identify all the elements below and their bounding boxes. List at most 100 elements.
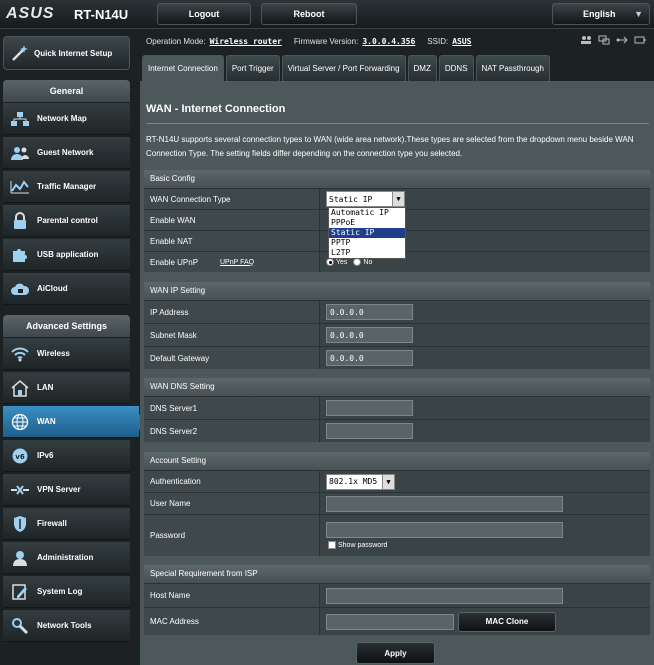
enable-upnp-label: Enable UPnP bbox=[150, 257, 199, 267]
username-label: User Name bbox=[144, 493, 320, 514]
mask-input[interactable]: 0.0.0.0 bbox=[326, 327, 413, 343]
tab-port-trigger[interactable]: Port Trigger bbox=[225, 55, 280, 81]
language-select[interactable]: English ▼ bbox=[552, 3, 650, 25]
gateway-input[interactable]: 0.0.0.0 bbox=[326, 350, 413, 366]
sidebar-item-wireless[interactable]: Wireless bbox=[3, 338, 130, 370]
radio-dot-icon bbox=[353, 258, 362, 266]
battery-icon[interactable] bbox=[634, 35, 646, 45]
upnp-no-radio[interactable]: No bbox=[353, 258, 372, 266]
sidebar-item-network-map[interactable]: Network Map bbox=[3, 103, 130, 135]
dns2-input[interactable] bbox=[326, 423, 413, 439]
tools-icon bbox=[9, 616, 31, 636]
isp-title: Special Requirement from ISP bbox=[144, 565, 650, 583]
account-panel: Account Setting Authentication 802.1x MD… bbox=[144, 452, 650, 556]
auth-select[interactable]: 802.1x MD5 ▼ bbox=[326, 473, 395, 490]
wan-ip-title: WAN IP Setting bbox=[144, 282, 650, 300]
sidebar-item-guest-network[interactable]: Guest Network bbox=[3, 137, 130, 169]
tab-dmz[interactable]: DMZ bbox=[407, 55, 437, 81]
model-name: RT-N14U bbox=[74, 7, 129, 22]
cloud-icon bbox=[9, 279, 31, 299]
tab-internet-connection[interactable]: Internet Connection bbox=[142, 55, 224, 81]
gateway-row: Default Gateway 0.0.0.0 bbox=[144, 346, 650, 369]
basic-config-title: Basic Config bbox=[144, 170, 650, 188]
magic-wand-icon bbox=[10, 43, 30, 63]
username-row: User Name bbox=[144, 492, 650, 514]
ipv6-icon: v6 bbox=[9, 446, 31, 466]
reboot-button[interactable]: Reboot bbox=[261, 3, 357, 25]
password-input[interactable] bbox=[326, 522, 563, 538]
asus-logo: ASUS bbox=[6, 5, 55, 22]
sidebar-item-wan[interactable]: WAN bbox=[3, 406, 147, 438]
wan-type-option[interactable]: PPPoE bbox=[329, 218, 405, 228]
main-area: Operation Mode: Wireless router Firmware… bbox=[140, 30, 654, 665]
password-label: Password bbox=[144, 515, 320, 556]
apply-button[interactable]: Apply bbox=[356, 642, 435, 664]
username-input[interactable] bbox=[326, 495, 563, 512]
wan-type-option[interactable]: L2TP bbox=[329, 248, 405, 258]
mac-row: MAC Address MAC Clone bbox=[144, 607, 650, 635]
account-title: Account Setting bbox=[144, 452, 650, 470]
sidebar-item-system-log[interactable]: System Log bbox=[3, 576, 130, 608]
mac-input[interactable] bbox=[326, 613, 454, 630]
sidebar-item-aicloud[interactable]: AiCloud bbox=[3, 273, 130, 305]
firmware-label: Firmware Version: bbox=[293, 36, 359, 46]
tab-ddns[interactable]: DDNS bbox=[438, 55, 474, 81]
wan-type-row: WAN Connection Type Static IP ▼ bbox=[144, 188, 650, 209]
sidebar-item-ipv6[interactable]: v6 IPv6 bbox=[3, 440, 130, 472]
sidebar-item-traffic-manager[interactable]: Traffic Manager bbox=[3, 171, 130, 203]
firmware-version-link[interactable]: 3.0.0.4.356 bbox=[362, 37, 415, 46]
upnp-yes-radio[interactable]: Yes bbox=[326, 258, 347, 266]
wan-type-label: WAN Connection Type bbox=[144, 189, 320, 209]
usb-icon[interactable] bbox=[616, 35, 628, 45]
sidebar-item-parental-control[interactable]: Parental control bbox=[3, 205, 130, 237]
tab-bar: Internet Connection Port Trigger Virtual… bbox=[142, 55, 550, 81]
wan-type-option[interactable]: PPTP bbox=[329, 238, 405, 248]
sidebar-item-usb-application[interactable]: USB application bbox=[3, 239, 130, 271]
log-icon bbox=[9, 582, 31, 602]
network-status-icon[interactable] bbox=[598, 35, 610, 45]
quick-internet-setup-button[interactable]: Quick Internet Setup bbox=[3, 36, 130, 70]
globe-icon bbox=[9, 412, 31, 432]
logout-button[interactable]: Logout bbox=[157, 3, 251, 25]
status-bar: Operation Mode: Wireless router Firmware… bbox=[140, 30, 654, 52]
wan-type-option-selected[interactable]: Static IP bbox=[329, 228, 405, 238]
ssid-link[interactable]: ASUS bbox=[452, 37, 471, 46]
tab-virtual-server[interactable]: Virtual Server / Port Forwarding bbox=[281, 55, 406, 81]
hostname-input[interactable] bbox=[326, 587, 563, 604]
chevron-down-icon: ▼ bbox=[382, 474, 394, 489]
enable-upnp-label-cell: Enable UPnP UPnP FAQ bbox=[144, 252, 320, 272]
ip-input[interactable]: 0.0.0.0 bbox=[326, 304, 413, 320]
clients-icon[interactable] bbox=[580, 35, 592, 45]
sidebar-item-administration[interactable]: Administration bbox=[3, 542, 130, 574]
checkbox-icon bbox=[328, 541, 336, 549]
operation-mode-link[interactable]: Wireless router bbox=[210, 37, 282, 46]
dns1-input[interactable] bbox=[326, 400, 413, 416]
password-row: Password Show password bbox=[144, 514, 650, 556]
upnp-faq-link[interactable]: UPnP FAQ bbox=[220, 259, 254, 266]
wifi-icon bbox=[9, 344, 31, 364]
show-password-checkbox[interactable]: Show password bbox=[328, 541, 387, 549]
sidebar-item-firewall[interactable]: Firewall bbox=[3, 508, 130, 540]
sidebar-item-network-tools[interactable]: Network Tools bbox=[3, 610, 130, 642]
mask-row: Subnet Mask 0.0.0.0 bbox=[144, 323, 650, 346]
dns2-label: DNS Server2 bbox=[144, 420, 320, 442]
sidebar-item-lan[interactable]: LAN bbox=[3, 372, 130, 404]
content-panel: WAN - Internet Connection RT-N14U suppor… bbox=[140, 81, 654, 665]
ip-label: IP Address bbox=[144, 301, 320, 323]
sidebar-item-vpn-server[interactable]: VPN Server bbox=[3, 474, 130, 506]
hostname-label: Host Name bbox=[144, 584, 320, 607]
tab-nat-passthrough[interactable]: NAT Passthrough bbox=[475, 55, 550, 81]
wan-type-value: Static IP bbox=[329, 194, 373, 204]
gateway-label: Default Gateway bbox=[144, 347, 320, 369]
ip-row: IP Address 0.0.0.0 bbox=[144, 300, 650, 323]
wan-type-select[interactable]: Static IP ▼ bbox=[326, 191, 405, 207]
wan-type-option[interactable]: Automatic IP bbox=[329, 208, 405, 218]
top-bar: ASUS RT-N14U Logout Reboot English ▼ bbox=[0, 0, 654, 29]
chevron-down-icon: ▼ bbox=[634, 9, 643, 19]
dns1-row: DNS Server1 bbox=[144, 396, 650, 419]
mac-clone-button[interactable]: MAC Clone bbox=[458, 611, 556, 632]
traffic-manager-icon bbox=[9, 177, 31, 197]
chevron-down-icon: ▼ bbox=[392, 192, 404, 206]
enable-wan-label: Enable WAN bbox=[144, 210, 320, 230]
auth-label: Authentication bbox=[144, 471, 320, 492]
